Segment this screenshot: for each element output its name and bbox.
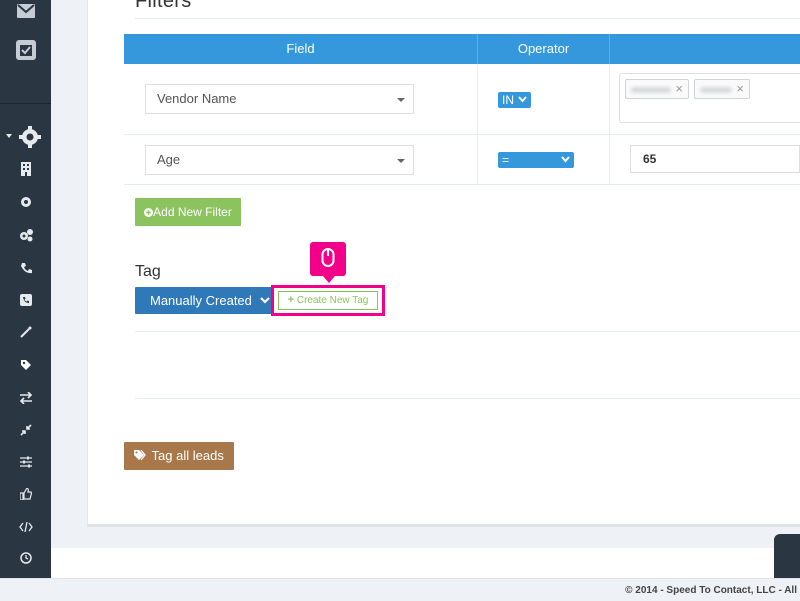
column-header-field: Field bbox=[286, 41, 315, 56]
value-input[interactable]: 65 bbox=[630, 145, 800, 173]
quick-sidebar-toggle[interactable] bbox=[774, 534, 800, 578]
add-filter-label: Add New Filter bbox=[153, 205, 232, 219]
compress-icon[interactable] bbox=[0, 423, 51, 441]
tag-select-value: Manually Created bbox=[150, 293, 252, 308]
chevron-down-icon bbox=[518, 96, 527, 103]
value-chip: × bbox=[625, 79, 689, 99]
building-icon[interactable] bbox=[0, 162, 51, 181]
create-new-tag-label: Create New Tag bbox=[296, 295, 369, 306]
table-header: Field Operator bbox=[124, 34, 800, 64]
code-icon[interactable] bbox=[0, 519, 51, 537]
create-new-tag-button[interactable]: + Create New Tag bbox=[278, 291, 378, 310]
column-header-value bbox=[610, 34, 800, 64]
magic-wand-icon[interactable] bbox=[0, 325, 51, 343]
add-filter-button[interactable]: Add New Filter bbox=[135, 198, 241, 226]
calendar-check-icon[interactable] bbox=[0, 40, 51, 65]
column-header-operator: Operator bbox=[517, 41, 570, 56]
chevron-down-icon bbox=[561, 156, 570, 163]
divider bbox=[135, 331, 800, 332]
caret-down-icon bbox=[397, 98, 405, 102]
thumbs-up-icon[interactable] bbox=[0, 487, 51, 505]
tags-icon bbox=[134, 449, 146, 461]
tag-icon[interactable] bbox=[0, 358, 51, 376]
operator-select[interactable]: IN bbox=[498, 92, 531, 108]
remove-icon[interactable]: × bbox=[736, 81, 744, 97]
settings-gear-icon[interactable] bbox=[4, 126, 42, 153]
tag-label: Tag bbox=[135, 263, 161, 280]
sliders-icon[interactable] bbox=[0, 455, 51, 473]
mouse-icon bbox=[321, 248, 335, 267]
plus-icon: + bbox=[287, 294, 295, 306]
operator-select-value: = bbox=[502, 153, 510, 167]
field-select-value: Vendor Name bbox=[157, 91, 237, 106]
operator-select-value: IN bbox=[502, 93, 514, 107]
cog-icon[interactable] bbox=[0, 195, 51, 213]
table-row: Vendor Name IN × × bbox=[124, 64, 800, 135]
divider bbox=[135, 18, 800, 19]
filters-title: Filters bbox=[135, 0, 192, 12]
envelope-icon[interactable] bbox=[0, 4, 51, 23]
operator-select[interactable]: = bbox=[498, 152, 574, 168]
footer: © 2014 - Speed To Contact, LLC - All bbox=[0, 578, 800, 601]
remove-icon[interactable]: × bbox=[675, 81, 683, 97]
tag-all-leads-label: Tag all leads bbox=[151, 448, 224, 463]
value-chip: × bbox=[694, 79, 750, 99]
divider bbox=[135, 398, 800, 399]
plus-circle-icon bbox=[144, 208, 154, 217]
field-select[interactable]: Age bbox=[145, 145, 414, 175]
exchange-icon[interactable] bbox=[0, 391, 51, 409]
sidebar bbox=[0, 0, 51, 578]
phone-icon[interactable] bbox=[0, 261, 51, 279]
clock-icon[interactable] bbox=[0, 551, 51, 569]
phone-square-icon[interactable] bbox=[0, 293, 51, 311]
caret-down-icon bbox=[397, 159, 405, 163]
cogs-icon[interactable] bbox=[0, 228, 51, 247]
mouse-click-indicator bbox=[310, 242, 346, 283]
tag-select-button[interactable]: Manually Created bbox=[135, 287, 274, 314]
redacted-text bbox=[631, 87, 671, 93]
tag-all-leads-button[interactable]: Tag all leads bbox=[124, 442, 234, 470]
field-select-value: Age bbox=[157, 152, 181, 167]
copyright-text: © 2014 - Speed To Contact, LLC - All bbox=[625, 585, 797, 596]
redacted-text bbox=[700, 87, 732, 93]
field-select[interactable]: Vendor Name bbox=[145, 84, 414, 114]
value-tag-input[interactable]: × × bbox=[619, 73, 800, 123]
chevron-down-icon bbox=[260, 297, 270, 304]
